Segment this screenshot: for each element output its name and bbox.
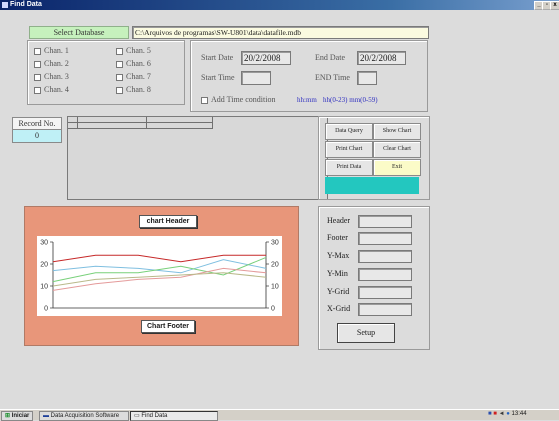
- y-tick-label-right: 0: [271, 306, 275, 313]
- show-chart-button[interactable]: Show Chart: [373, 123, 421, 140]
- y-tick-label-left: 10: [40, 284, 48, 291]
- chart-footer-button[interactable]: Chart Footer: [141, 320, 195, 333]
- clear-chart-button[interactable]: Clear Chart: [373, 141, 421, 158]
- window-title: Find Data: [10, 1, 42, 8]
- checkbox-icon: [116, 60, 123, 68]
- tray-speaker-icon[interactable]: ◄: [499, 411, 505, 417]
- channels-panel: Chan. 1 Chan. 2 Chan. 3 Chan. 4 Chan. 5 …: [27, 40, 185, 105]
- close-button[interactable]: x: [550, 1, 559, 10]
- start-date-label: Start Date: [201, 53, 234, 62]
- grid-col-line: [212, 117, 213, 129]
- chan-1-checkbox[interactable]: Chan. 1: [34, 46, 69, 55]
- chan-2-checkbox[interactable]: Chan. 2: [34, 59, 69, 68]
- chart-panel: chart Header 0 0 10 10 20 20 30 30 Chart Footer: [24, 206, 299, 346]
- checkbox-icon: [116, 47, 123, 55]
- start-time-field[interactable]: [241, 71, 271, 85]
- app-icon: ▭: [134, 413, 140, 419]
- ymax-setting-field[interactable]: [358, 250, 412, 263]
- header-setting-field[interactable]: [358, 215, 412, 228]
- taskbar-app-data-acquisition[interactable]: ▬ Data Acquisition Software: [39, 411, 129, 421]
- start-time-label: Start Time: [201, 73, 235, 82]
- windows-logo-icon: ⊞: [5, 413, 11, 419]
- taskbar: ⊞ Iniciar ▬ Data Acquisition Software ▭ …: [0, 409, 559, 421]
- y-tick-label-right: 20: [271, 262, 279, 269]
- y-tick-label-right: 10: [271, 284, 279, 291]
- record-no-value: 0: [12, 129, 62, 143]
- exit-button[interactable]: Exit: [373, 159, 421, 176]
- tray-antivirus-icon[interactable]: ■: [493, 411, 497, 417]
- print-chart-button[interactable]: Print Chart: [325, 141, 373, 158]
- start-button[interactable]: ⊞ Iniciar: [1, 411, 34, 421]
- y-tick-label-left: 30: [40, 240, 48, 247]
- status-bar: [325, 177, 419, 194]
- xgrid-setting-field[interactable]: [358, 303, 412, 316]
- chan-3-checkbox[interactable]: Chan. 3: [34, 72, 69, 81]
- database-path-field[interactable]: C:\Arquivos de programas\SW-U801\data\da…: [132, 26, 429, 39]
- checkbox-icon: [34, 47, 41, 55]
- end-date-field[interactable]: 20/2/2008: [357, 51, 406, 65]
- title-bar: Find Data _ ▫ x: [0, 0, 559, 10]
- time-format-hint: hh:mm: [297, 96, 317, 104]
- chan-6-checkbox[interactable]: Chan. 6: [116, 59, 151, 68]
- chan-7-checkbox[interactable]: Chan. 7: [116, 72, 151, 81]
- tray-network-icon[interactable]: ■: [488, 411, 492, 417]
- grid-col-line: [77, 117, 78, 129]
- y-tick-label-left: 20: [40, 262, 48, 269]
- taskbar-app-find-data[interactable]: ▭ Find Data: [130, 411, 218, 421]
- footer-setting-field[interactable]: [358, 232, 412, 245]
- print-data-button[interactable]: Print Data: [325, 159, 373, 176]
- tray-update-icon[interactable]: ●: [506, 411, 510, 417]
- xgrid-setting-label: X-Grid: [327, 304, 351, 313]
- checkbox-icon: [116, 73, 123, 81]
- grid-col-line: [146, 117, 147, 129]
- data-query-button[interactable]: Data Query: [325, 123, 373, 140]
- ymin-setting-field[interactable]: [358, 268, 412, 281]
- data-grid[interactable]: [67, 116, 328, 200]
- end-time-field[interactable]: [357, 71, 377, 85]
- chan-8-checkbox[interactable]: Chan. 8: [116, 85, 151, 94]
- setup-button[interactable]: Setup: [337, 323, 395, 343]
- app-icon: ▬: [43, 413, 49, 419]
- checkbox-icon: [116, 86, 123, 94]
- window-icon: [2, 2, 8, 8]
- grid-row-line: [68, 122, 212, 123]
- chan-5-checkbox[interactable]: Chan. 5: [116, 46, 151, 55]
- start-date-field[interactable]: 20/2/2008: [241, 51, 291, 65]
- select-database-button[interactable]: Select Database: [29, 26, 129, 39]
- checkbox-icon: [34, 73, 41, 81]
- header-setting-label: Header: [327, 216, 351, 225]
- y-tick-label-right: 30: [271, 240, 279, 247]
- chart-header-button[interactable]: chart Header: [139, 215, 197, 228]
- chan-4-checkbox[interactable]: Chan. 4: [34, 85, 69, 94]
- line-chart: 0 0 10 10 20 20 30 30: [37, 236, 282, 316]
- ymin-setting-label: Y-Min: [327, 269, 348, 278]
- chart-settings-panel: Header Footer Y-Max Y-Min Y-Grid X-Grid …: [318, 206, 430, 350]
- y-tick-label-left: 0: [44, 306, 48, 313]
- datetime-panel: Start Date 20/2/2008 End Date 20/2/2008 …: [190, 40, 428, 112]
- time-range-hint: hh(0-23) mm(0-59): [323, 96, 378, 104]
- end-time-label: END Time: [315, 73, 350, 82]
- footer-setting-label: Footer: [327, 233, 348, 242]
- ymax-setting-label: Y-Max: [327, 251, 350, 260]
- checkbox-icon: [34, 60, 41, 68]
- clock: 13:44: [511, 411, 527, 417]
- end-date-label: End Date: [315, 53, 345, 62]
- checkbox-icon: [201, 96, 208, 104]
- system-tray: ■ ■ ◄ ● 13:44: [488, 411, 527, 419]
- ygrid-setting-label: Y-Grid: [327, 287, 350, 296]
- grid-row-line: [68, 128, 212, 129]
- checkbox-icon: [34, 86, 41, 94]
- add-time-checkbox[interactable]: Add Time condition: [201, 95, 275, 104]
- ygrid-setting-field[interactable]: [358, 286, 412, 299]
- actions-panel: Data Query Show Chart Print Chart Clear …: [318, 116, 430, 200]
